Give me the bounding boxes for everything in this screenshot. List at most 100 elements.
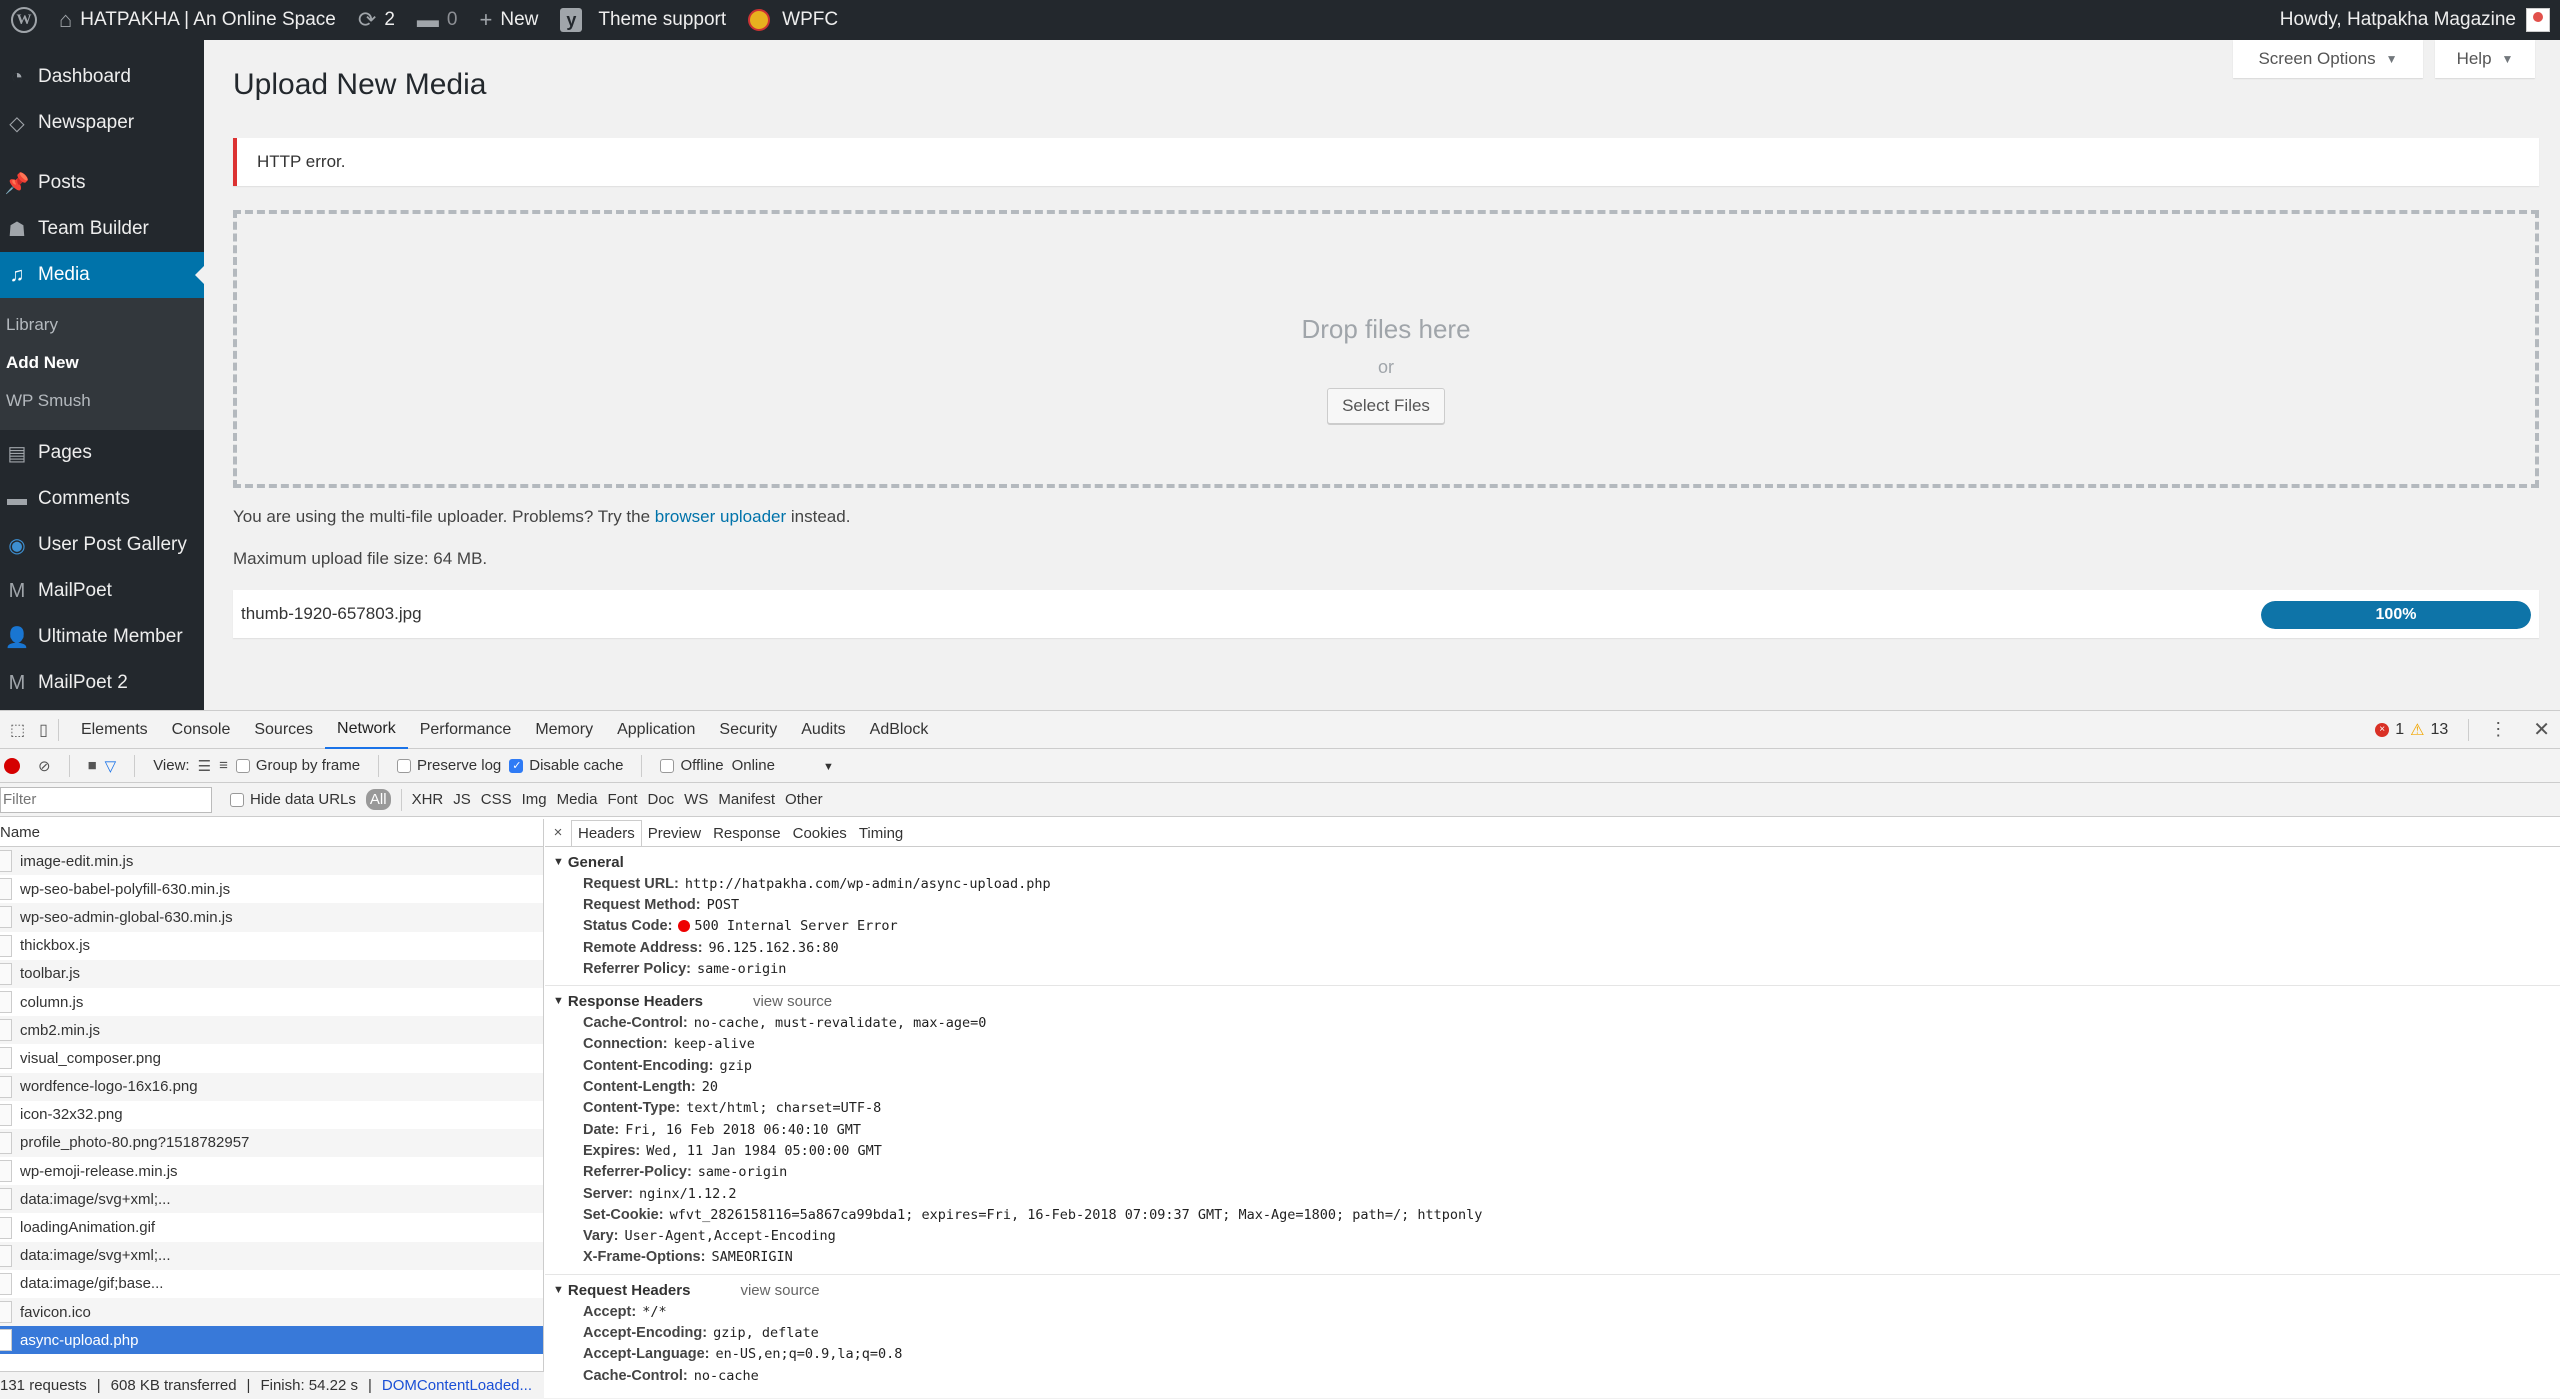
filter-type-img[interactable]: Img bbox=[522, 791, 547, 808]
sidebar-item-posts[interactable]: 📌 Posts bbox=[0, 160, 204, 206]
response-view-source-link[interactable]: view source bbox=[753, 993, 832, 1010]
filter-type-media[interactable]: Media bbox=[557, 791, 598, 808]
sidebar-item-user-post-gallery[interactable]: ◉ User Post Gallery bbox=[0, 522, 204, 568]
devtools-tab-performance[interactable]: Performance bbox=[408, 711, 524, 749]
filter-type-font[interactable]: Font bbox=[607, 791, 637, 808]
browser-uploader-link[interactable]: browser uploader bbox=[655, 507, 786, 526]
sidebar-item-mailpoet-2[interactable]: M MailPoet 2 bbox=[0, 660, 204, 706]
theme-support-label[interactable]: Theme support bbox=[598, 9, 726, 31]
request-row[interactable]: data:image/svg+xml;... bbox=[0, 1241, 543, 1270]
waterfall-icon[interactable]: ≡ bbox=[219, 757, 228, 774]
preserve-log-checkbox[interactable]: Preserve log bbox=[397, 757, 501, 774]
filter-type-all[interactable]: All bbox=[365, 789, 391, 810]
large-rows-icon[interactable]: ☰ bbox=[198, 757, 211, 775]
sidebar-item-media[interactable]: ♫ Media bbox=[0, 252, 204, 298]
filter-type-manifest[interactable]: Manifest bbox=[718, 791, 775, 808]
request-row[interactable]: wp-emoji-release.min.js bbox=[0, 1157, 543, 1185]
filter-input[interactable] bbox=[0, 786, 212, 813]
request-headers-toggle[interactable]: ▼ Request Headers view source bbox=[545, 1279, 2560, 1301]
devtools-tab-adblock[interactable]: AdBlock bbox=[858, 711, 941, 749]
wp-logo-menu[interactable]: W bbox=[0, 0, 48, 40]
throttle-select[interactable]: Online ▼ bbox=[732, 757, 834, 774]
select-files-button[interactable]: Select Files bbox=[1327, 388, 1445, 424]
warning-icon[interactable]: ⚠ bbox=[2410, 720, 2424, 740]
offline-checkbox[interactable]: Offline bbox=[660, 757, 724, 774]
submenu-library[interactable]: Library bbox=[0, 306, 204, 344]
request-view-source-link[interactable]: view source bbox=[740, 1282, 819, 1299]
request-row[interactable]: data:image/gif;base... bbox=[0, 1270, 543, 1298]
group-by-frame-checkbox[interactable]: Group by frame bbox=[235, 757, 360, 774]
devtools-tab-audits[interactable]: Audits bbox=[789, 711, 857, 749]
filter-type-doc[interactable]: Doc bbox=[647, 791, 674, 808]
updates-link[interactable]: ⟳ 2 bbox=[347, 0, 406, 40]
request-row[interactable]: column.js bbox=[0, 988, 543, 1016]
request-row[interactable]: toolbar.js bbox=[0, 959, 543, 988]
filter-type-css[interactable]: CSS bbox=[481, 791, 512, 808]
drop-zone[interactable]: Drop files here or Select Files bbox=[233, 210, 2539, 488]
sidebar-item-dashboard[interactable]: ◔ Dashboard bbox=[0, 54, 204, 100]
hide-data-urls-checkbox[interactable]: Hide data URLs bbox=[230, 791, 356, 808]
detail-tab-headers[interactable]: Headers bbox=[571, 820, 642, 846]
request-row[interactable]: wp-seo-babel-polyfill-630.min.js bbox=[0, 875, 543, 903]
filter-type-js[interactable]: JS bbox=[453, 791, 471, 808]
devtools-tab-application[interactable]: Application bbox=[605, 711, 707, 749]
devtools-tab-memory[interactable]: Memory bbox=[523, 711, 605, 749]
filter-type-other[interactable]: Other bbox=[785, 791, 823, 808]
help-button[interactable]: Help ▼ bbox=[2435, 40, 2535, 78]
close-detail-icon[interactable]: × bbox=[545, 824, 571, 841]
detail-tab-preview[interactable]: Preview bbox=[642, 820, 707, 846]
more-options-icon[interactable]: ⋮ bbox=[2489, 719, 2507, 740]
error-icon[interactable]: × bbox=[2375, 722, 2390, 737]
error-count[interactable]: 1 bbox=[2395, 721, 2404, 739]
clear-icon[interactable]: ⊘ bbox=[38, 757, 51, 775]
submenu-add-new[interactable]: Add New bbox=[0, 344, 204, 382]
screenshot-icon[interactable]: ■ bbox=[88, 757, 97, 774]
devtools-tab-security[interactable]: Security bbox=[707, 711, 789, 749]
site-name-link[interactable]: ⌂ HATPAKHA | An Online Space bbox=[48, 0, 347, 40]
yoast-menu[interactable]: y Theme support bbox=[549, 0, 737, 40]
disable-cache-checkbox[interactable]: Disable cache bbox=[509, 757, 623, 774]
name-column-header[interactable]: Name bbox=[0, 819, 543, 847]
wpfc-menu[interactable]: WPFC bbox=[737, 0, 849, 40]
request-row[interactable]: visual_composer.png bbox=[0, 1044, 543, 1072]
request-row[interactable]: data:image/svg+xml;... bbox=[0, 1185, 543, 1214]
devtools-tab-sources[interactable]: Sources bbox=[242, 711, 325, 749]
inspect-element-icon[interactable]: ⬚ bbox=[10, 720, 25, 740]
my-account-menu[interactable]: Howdy, Hatpakha Magazine bbox=[2280, 8, 2560, 32]
general-section-toggle[interactable]: ▼ General bbox=[545, 851, 2560, 873]
request-row[interactable]: thickbox.js bbox=[0, 932, 543, 960]
warning-count[interactable]: 13 bbox=[2430, 721, 2448, 739]
request-row[interactable]: profile_photo-80.png?1518782957 bbox=[0, 1128, 543, 1158]
detail-tab-response[interactable]: Response bbox=[707, 820, 787, 846]
sidebar-item-newspaper[interactable]: ◇ Newspaper bbox=[0, 100, 204, 146]
request-row[interactable]: favicon.ico bbox=[0, 1298, 543, 1327]
sidebar-item-pages[interactable]: ▤ Pages bbox=[0, 430, 204, 476]
filter-type-xhr[interactable]: XHR bbox=[412, 791, 444, 808]
request-row[interactable]: image-edit.min.js bbox=[0, 847, 543, 876]
detail-tab-timing[interactable]: Timing bbox=[853, 820, 909, 846]
close-devtools-icon[interactable]: ✕ bbox=[2533, 717, 2550, 742]
filter-icon[interactable]: ▽ bbox=[105, 757, 117, 775]
request-row[interactable]: wp-seo-admin-global-630.min.js bbox=[0, 903, 543, 932]
request-row[interactable]: async-upload.php bbox=[0, 1326, 543, 1355]
submenu-wp-smush[interactable]: WP Smush bbox=[0, 382, 204, 420]
filter-type-ws[interactable]: WS bbox=[684, 791, 708, 808]
devtools-tab-network[interactable]: Network bbox=[325, 711, 408, 749]
comments-link[interactable]: ▬ 0 bbox=[406, 0, 469, 40]
sidebar-item-mailpoet[interactable]: M MailPoet bbox=[0, 568, 204, 614]
detail-tab-cookies[interactable]: Cookies bbox=[787, 820, 853, 846]
request-row[interactable]: loadingAnimation.gif bbox=[0, 1213, 543, 1241]
response-headers-toggle[interactable]: ▼ Response Headers view source bbox=[545, 990, 2560, 1012]
devtools-tab-elements[interactable]: Elements bbox=[69, 711, 160, 749]
request-row[interactable]: cmb2.min.js bbox=[0, 1016, 543, 1045]
device-toolbar-icon[interactable]: ▯ bbox=[39, 720, 48, 740]
record-icon[interactable] bbox=[4, 757, 20, 774]
new-content-link[interactable]: + New bbox=[468, 0, 549, 40]
sidebar-item-comments[interactable]: ▬ Comments bbox=[0, 476, 204, 522]
sidebar-item-team-builder[interactable]: ☗ Team Builder bbox=[0, 206, 204, 252]
request-row[interactable]: icon-32x32.png bbox=[0, 1101, 543, 1129]
request-row[interactable]: wordfence-logo-16x16.png bbox=[0, 1072, 543, 1101]
sidebar-item-ultimate-member[interactable]: 👤 Ultimate Member bbox=[0, 614, 204, 660]
devtools-tab-console[interactable]: Console bbox=[160, 711, 243, 749]
screen-options-button[interactable]: Screen Options ▼ bbox=[2233, 40, 2423, 78]
